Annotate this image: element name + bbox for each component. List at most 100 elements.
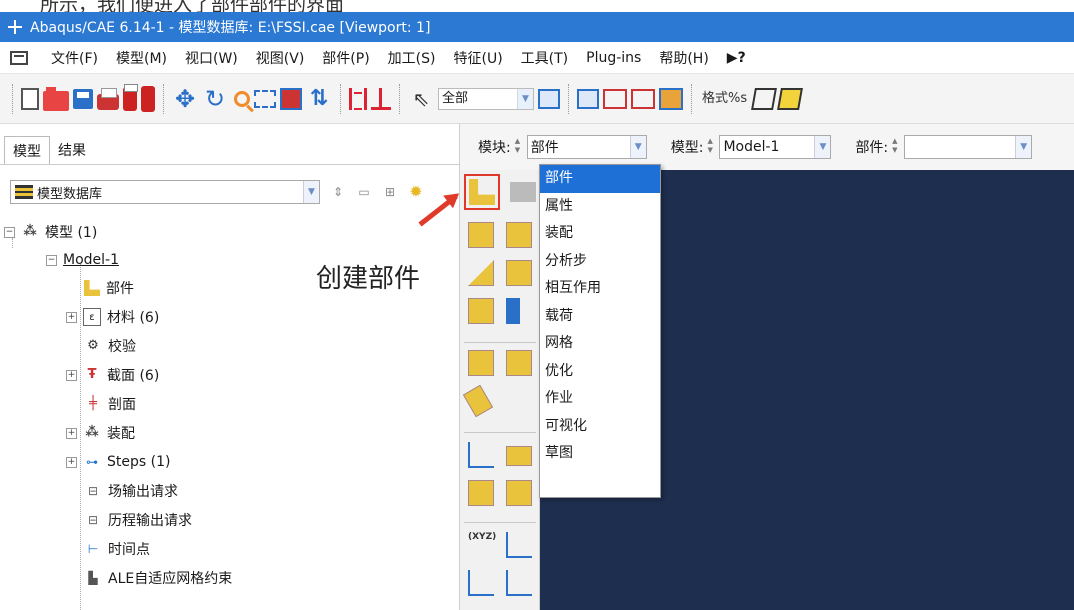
module-option[interactable]: 可视化: [540, 413, 660, 441]
database-select[interactable]: 模型数据库 ▼: [10, 180, 320, 204]
expand-icon[interactable]: +: [66, 456, 77, 468]
sort-arrows-icon[interactable]: ⇕: [330, 184, 346, 200]
chevron-down-icon[interactable]: ▼: [517, 88, 533, 109]
select-cursor-icon[interactable]: ⇖: [408, 86, 434, 112]
menu-file[interactable]: 文件(F): [42, 48, 107, 68]
module-option[interactable]: 部件: [540, 165, 660, 193]
context-help-button[interactable]: ▶?: [718, 50, 755, 66]
auto-fit-icon[interactable]: [280, 87, 302, 110]
module-option[interactable]: 载荷: [540, 303, 660, 331]
tree-item[interactable]: + ⊶ Steps (1): [66, 448, 170, 476]
chevron-down-icon[interactable]: ▼: [814, 136, 831, 158]
query-point-icon[interactable]: [468, 442, 494, 468]
part-manager-icon[interactable]: [510, 182, 536, 202]
xyz-datum-point-icon[interactable]: (XYZ): [468, 532, 496, 558]
extrude-cut-icon[interactable]: [506, 222, 532, 248]
open-folder-icon[interactable]: [43, 86, 69, 111]
save-icon[interactable]: [73, 88, 93, 109]
edit-feature-icon[interactable]: [462, 384, 494, 418]
print-icon[interactable]: [97, 87, 119, 110]
zoom-icon[interactable]: [234, 90, 250, 107]
tree-model[interactable]: − Model-1: [46, 246, 119, 274]
select-box-icon[interactable]: [538, 88, 560, 109]
box-zoom-icon[interactable]: [254, 89, 276, 108]
assembly-display-icon[interactable]: [631, 88, 655, 109]
datum-icon[interactable]: [468, 350, 494, 376]
solid-box-icon[interactable]: [468, 298, 494, 324]
module-option[interactable]: 属性: [540, 193, 660, 221]
menu-tools[interactable]: 工具(T): [512, 48, 577, 68]
geometry-edit-icon[interactable]: [506, 480, 532, 506]
module-option[interactable]: 网格: [540, 330, 660, 358]
mesh-bars-icon[interactable]: [349, 87, 367, 110]
sweep-icon[interactable]: [506, 260, 532, 286]
menu-shape[interactable]: 加工(S): [379, 48, 445, 68]
datum-csys-icon[interactable]: [506, 570, 532, 596]
lightbulb-icon[interactable]: ✹: [408, 184, 424, 200]
selection-filter-select[interactable]: 全部 ▼: [438, 87, 534, 110]
datum-axis-icon[interactable]: [506, 350, 532, 376]
model-select[interactable]: Model-1 ▼: [719, 135, 832, 159]
repair-icon[interactable]: [468, 480, 494, 506]
module-select[interactable]: 部件 ▼: [526, 135, 647, 159]
datum-plane-icon[interactable]: [468, 570, 494, 596]
shell-icon[interactable]: [468, 260, 494, 286]
format-label[interactable]: 格式%s: [700, 86, 749, 112]
chevron-down-icon[interactable]: ▼: [629, 136, 646, 158]
partition-icon[interactable]: [506, 298, 520, 324]
module-option[interactable]: 装配: [540, 220, 660, 248]
collapse-icon[interactable]: −: [4, 226, 15, 238]
shaded-cube-icon[interactable]: [777, 87, 804, 110]
system-menu-icon[interactable]: [10, 50, 28, 65]
tree-item[interactable]: + ε 材料 (6): [66, 303, 159, 331]
tab-results[interactable]: 结果: [50, 136, 94, 165]
tree-expand-icon[interactable]: ⊞: [382, 184, 398, 200]
tree-item[interactable]: + Ŧ 截面 (6): [66, 361, 159, 389]
module-option[interactable]: 作业: [540, 385, 660, 413]
expand-icon[interactable]: +: [66, 311, 77, 323]
import-icon[interactable]: [123, 83, 138, 111]
view-cut-icon[interactable]: [577, 88, 599, 109]
collapse-icon[interactable]: −: [46, 254, 57, 266]
tree-item[interactable]: 部件: [84, 274, 134, 302]
menu-plugins[interactable]: Plug-ins: [577, 50, 650, 66]
tree-item[interactable]: ⊢ 时间点: [84, 535, 150, 563]
module-option[interactable]: 相互作用: [540, 275, 660, 303]
filter-icon[interactable]: ▭: [356, 184, 372, 200]
tree-item[interactable]: ⊟ 历程输出请求: [84, 506, 192, 534]
tree-item[interactable]: ⚙ 校验: [84, 332, 136, 360]
model-spinner-icon[interactable]: [707, 137, 717, 155]
pan-icon[interactable]: ✥: [172, 86, 198, 112]
cycle-views-icon[interactable]: ⇅: [306, 86, 332, 112]
menu-model[interactable]: 模型(M): [107, 48, 176, 68]
chevron-down-icon[interactable]: ▼: [303, 181, 319, 203]
mesh-bars2-icon[interactable]: [371, 87, 391, 110]
tree-item[interactable]: ⊟ 场输出请求: [84, 477, 178, 505]
menu-viewport[interactable]: 视口(W): [176, 48, 247, 68]
tree-item[interactable]: ╪ 剖面: [84, 390, 136, 418]
module-option[interactable]: 优化: [540, 358, 660, 386]
measure-icon[interactable]: [506, 446, 532, 466]
tree-root[interactable]: − ⁂ 模型 (1): [4, 218, 97, 246]
part-spinner-icon[interactable]: [892, 137, 902, 155]
module-option[interactable]: 分析步: [540, 248, 660, 276]
module-option[interactable]: 草图: [540, 440, 660, 468]
rotate-icon[interactable]: ↻: [202, 86, 228, 112]
chevron-down-icon[interactable]: ▼: [1015, 136, 1032, 158]
replace-icon[interactable]: [603, 88, 627, 109]
new-file-icon[interactable]: [21, 87, 39, 110]
menu-help[interactable]: 帮助(H): [650, 48, 717, 68]
csys-icon[interactable]: [506, 532, 532, 558]
tab-model[interactable]: 模型: [4, 136, 50, 165]
tree-item[interactable]: ▙ ALE自适应网格约束: [84, 564, 232, 592]
render-style-icon[interactable]: [659, 87, 683, 110]
expand-icon[interactable]: +: [66, 427, 77, 439]
extrude-solid-icon[interactable]: [468, 222, 494, 248]
tree-item[interactable]: + ⁂ 装配: [66, 419, 135, 447]
export-icon[interactable]: [141, 85, 155, 112]
menu-feature[interactable]: 特征(U): [444, 48, 511, 68]
part-select[interactable]: ▼: [904, 135, 1033, 159]
wireframe-cube-icon[interactable]: [751, 87, 778, 110]
expand-icon[interactable]: +: [66, 369, 77, 381]
menu-view[interactable]: 视图(V): [247, 48, 314, 68]
